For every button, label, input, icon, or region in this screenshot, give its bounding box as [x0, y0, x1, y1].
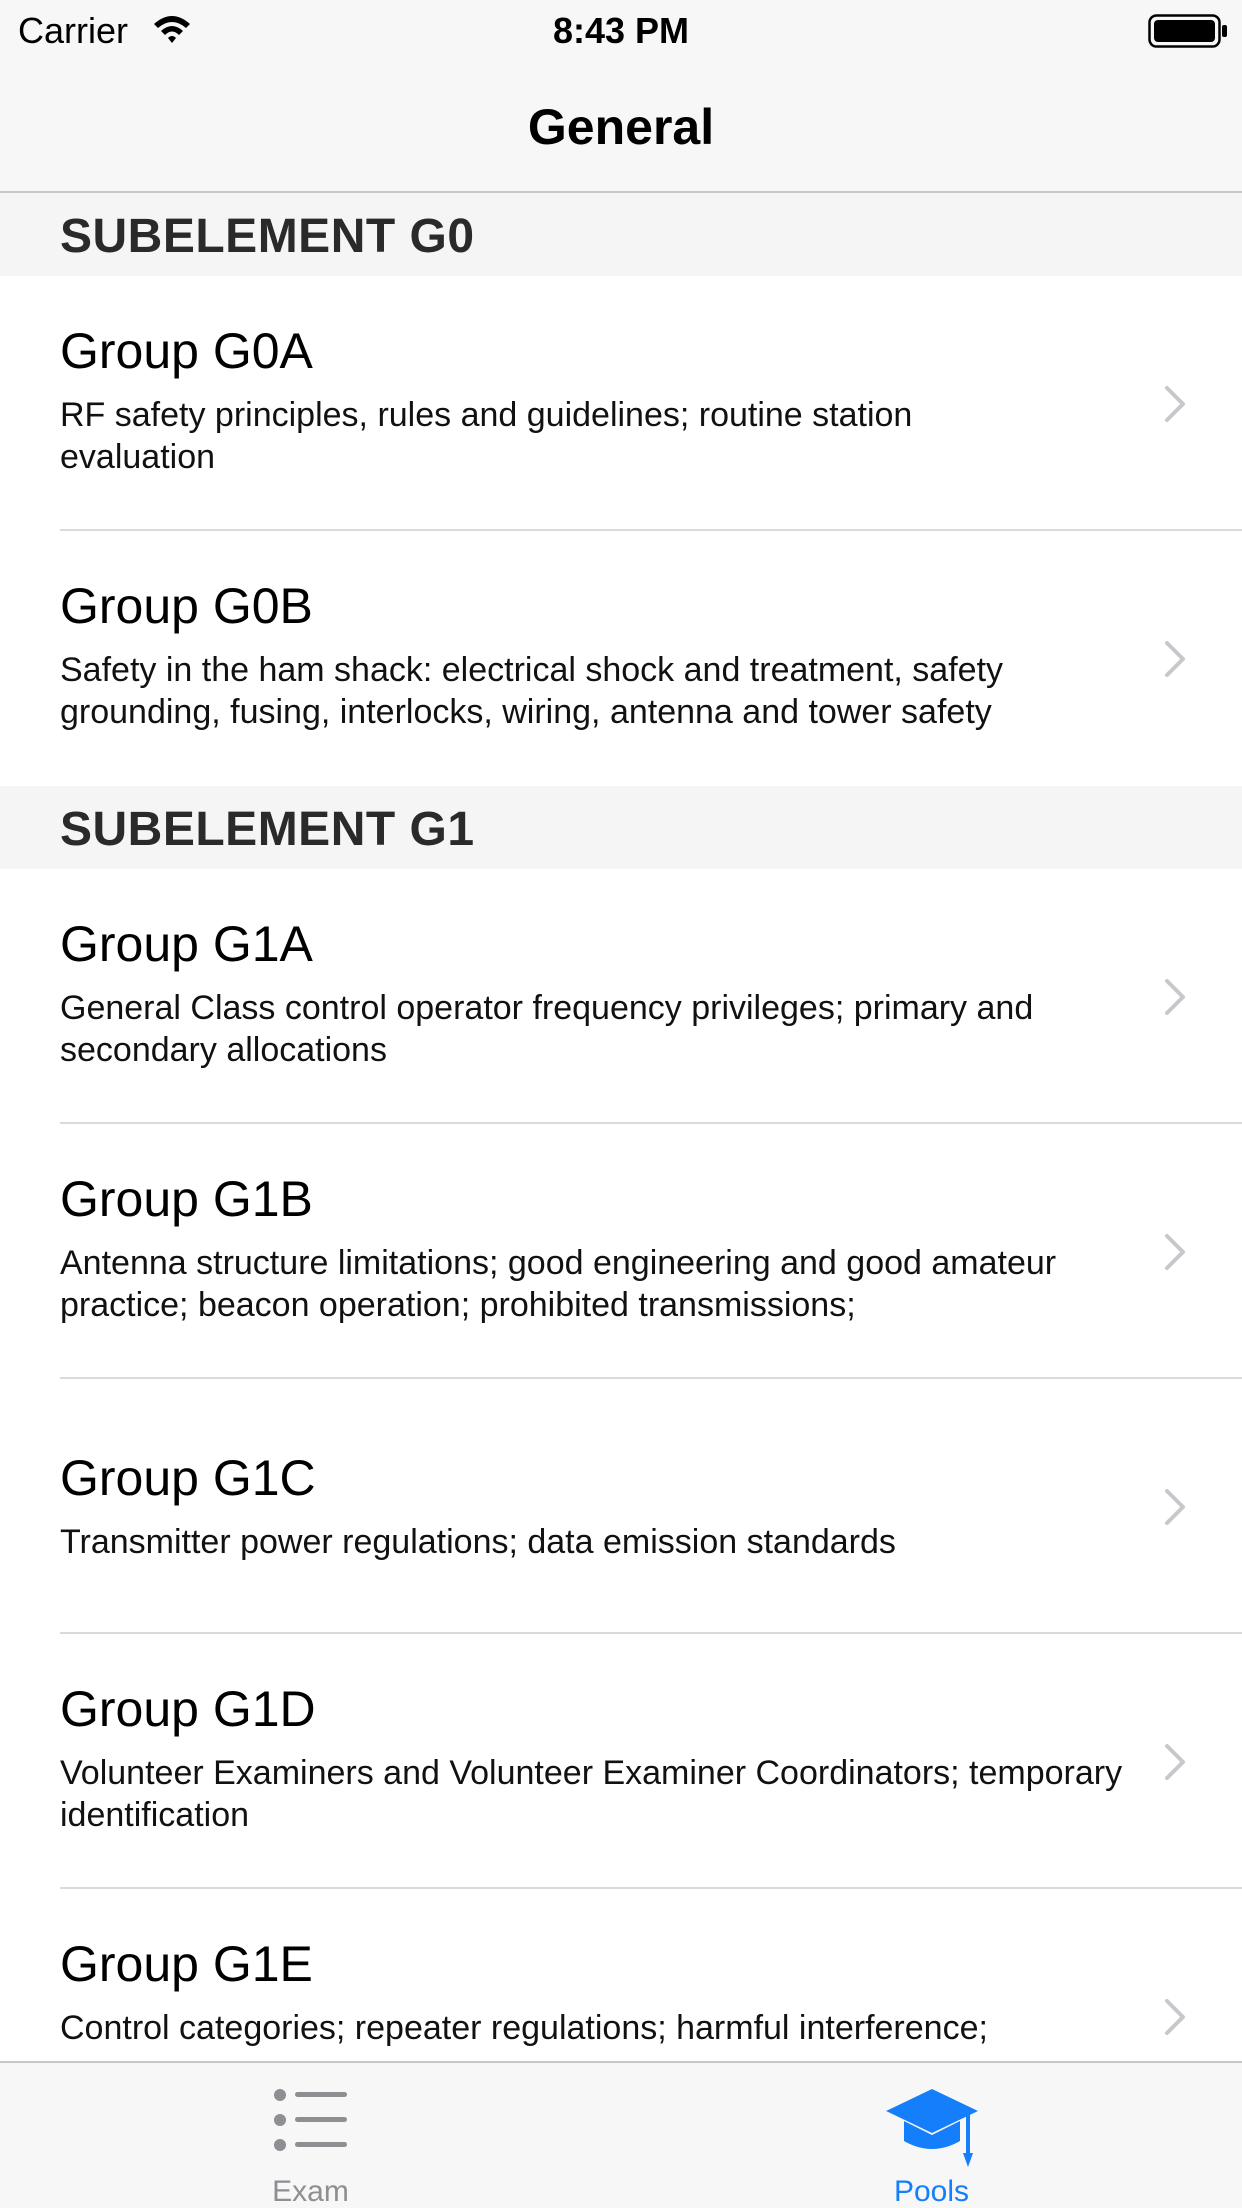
- row-subtitle: Transmitter power regulations; data emis…: [60, 1523, 896, 1561]
- chevron-right-icon: [1165, 641, 1185, 677]
- tab-pools[interactable]: Pools: [621, 2063, 1242, 2208]
- chevron-right-icon: [1165, 1489, 1185, 1525]
- status-time: 8:43 PM: [552, 10, 690, 51]
- row-title: Group G1A: [60, 916, 313, 972]
- row-subtitle: Control categories; repeater regulations…: [60, 2009, 988, 2047]
- chevron-right-icon: [1165, 386, 1185, 422]
- chevron-right-icon: [1165, 979, 1185, 1015]
- battery-icon: [1148, 14, 1227, 48]
- tab-bar: Exam Pools: [0, 2061, 1242, 2208]
- row-title: Group G0A: [60, 323, 313, 379]
- page-title: General: [527, 99, 715, 155]
- row-subtitle: RF safety principles, rules and guidelin…: [60, 396, 913, 476]
- chevron-right-icon: [1165, 1999, 1185, 2035]
- list-item-group-g0b[interactable]: Group G0B Safety in the ham shack: elect…: [0, 531, 1242, 786]
- graduation-cap-icon: [885, 2089, 978, 2167]
- row-title: Group G0B: [60, 578, 313, 634]
- list-item-group-g1b[interactable]: Group G1B Antenna structure limitations;…: [0, 1124, 1242, 1379]
- row-subtitle: Antenna structure limitations; good engi…: [60, 1244, 1057, 1324]
- tab-exam[interactable]: Exam: [0, 2063, 621, 2208]
- tab-pools-label: Pools: [893, 2175, 970, 2208]
- section-header: SUBELEMENT G0: [0, 193, 1242, 276]
- list-item-group-g1e[interactable]: Group G1E Control categories; repeater r…: [0, 1889, 1242, 2061]
- row-title: Group G1E: [60, 1936, 313, 1992]
- row-title: Group G1D: [60, 1681, 316, 1737]
- section-title: SUBELEMENT G1: [60, 803, 475, 856]
- chevron-right-icon: [1165, 1744, 1185, 1780]
- chevron-right-icon: [1165, 1234, 1185, 1270]
- row-title: Group G1C: [60, 1450, 316, 1506]
- list-icon: [273, 2089, 347, 2151]
- list-item-group-g1a[interactable]: Group G1A General Class control operator…: [0, 869, 1242, 1124]
- row-title: Group G1B: [60, 1171, 313, 1227]
- section-header: SUBELEMENT G1: [0, 786, 1242, 869]
- list-item-group-g1c[interactable]: Group G1C Transmitter power regulations;…: [0, 1379, 1242, 1634]
- list-item-group-g0a[interactable]: Group G0A RF safety principles, rules an…: [0, 276, 1242, 531]
- navigation-bar: General: [0, 60, 1242, 193]
- list-item-group-g1d[interactable]: Group G1D Volunteer Examiners and Volunt…: [0, 1634, 1242, 1889]
- row-subtitle: Safety in the ham shack: electrical shoc…: [60, 651, 1004, 731]
- section-title: SUBELEMENT G0: [60, 210, 475, 263]
- row-subtitle: Volunteer Examiners and Volunteer Examin…: [60, 1754, 1123, 1834]
- pool-list[interactable]: SUBELEMENT G0 Group G0A RF safety princi…: [0, 193, 1242, 2061]
- status-bar: Carrier 8:43 PM: [0, 0, 1242, 60]
- row-subtitle: General Class control operator frequency…: [60, 989, 1034, 1069]
- tab-exam-label: Exam: [272, 2175, 349, 2208]
